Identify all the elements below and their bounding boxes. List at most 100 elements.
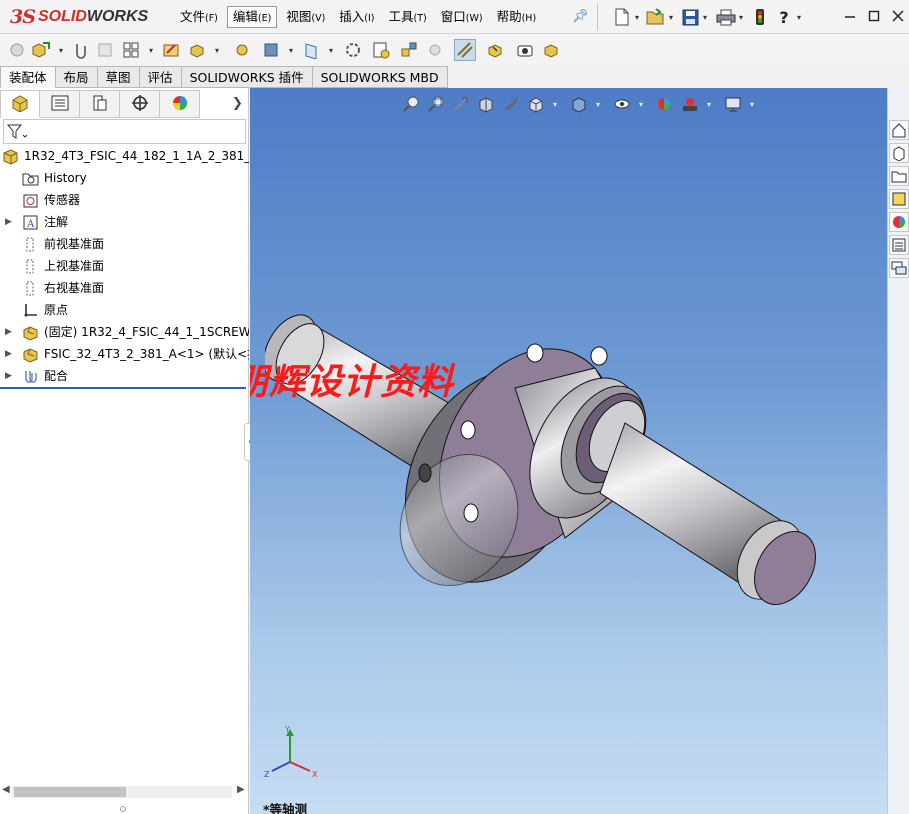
- explode-line-sketch-icon[interactable]: [424, 39, 446, 61]
- scroll-left-icon[interactable]: ◀: [2, 784, 10, 795]
- assembly-features-icon[interactable]: [260, 39, 282, 61]
- tree-item[interactable]: ▶ 配合: [0, 365, 249, 387]
- new-motion-study-icon[interactable]: [342, 39, 364, 61]
- menu-item-6[interactable]: 帮助(H): [492, 6, 542, 28]
- appearances-scenes-icon[interactable]: [889, 212, 909, 232]
- menu-item-3[interactable]: 插入(I): [334, 6, 379, 28]
- hide-show-dropdown-icon[interactable]: ▾: [636, 100, 646, 109]
- dynamic-annotation-views-icon[interactable]: [500, 93, 522, 115]
- tab-display-manager[interactable]: [160, 90, 200, 118]
- new-dropdown-icon[interactable]: ▾: [632, 13, 642, 22]
- menu-item-2[interactable]: 视图(V): [281, 6, 330, 28]
- expand-arrow-icon[interactable]: ▶: [5, 217, 12, 227]
- maximize-icon[interactable]: [862, 5, 886, 27]
- expand-arrow-icon[interactable]: ▶: [5, 349, 12, 359]
- solidworks-forum-icon[interactable]: [889, 258, 909, 278]
- new-document-icon[interactable]: [612, 7, 632, 27]
- scroll-thumb[interactable]: [14, 787, 126, 797]
- large-assembly-mode-icon[interactable]: [540, 39, 562, 61]
- tab-command-1[interactable]: 布局: [55, 66, 98, 88]
- horizontal-scrollbar[interactable]: ◀ ▶: [0, 784, 249, 800]
- tree-item[interactable]: 传感器: [0, 189, 249, 211]
- tab-property-manager[interactable]: [40, 90, 80, 118]
- tree-item[interactable]: ▶ FSIC_32_4T3_2_381_A<1> (默认<按: [0, 343, 249, 365]
- tab-command-2[interactable]: 草图: [97, 66, 140, 88]
- tree-item[interactable]: 上视基准面: [0, 255, 249, 277]
- apply-scene-icon[interactable]: [679, 93, 701, 115]
- tab-command-3[interactable]: 评估: [139, 66, 182, 88]
- save-dropdown-icon[interactable]: ▾: [700, 13, 710, 22]
- update-speedpak-icon[interactable]: [484, 39, 506, 61]
- linear-component-pattern-icon[interactable]: [94, 39, 116, 61]
- rebuild-traffic-light-icon[interactable]: [750, 7, 770, 27]
- minimize-icon[interactable]: [838, 5, 862, 27]
- tab-command-0[interactable]: 装配体: [0, 66, 56, 88]
- reference-dropdown-icon[interactable]: ▾: [326, 46, 336, 55]
- menu-item-0[interactable]: 文件(F): [175, 6, 223, 28]
- close-icon[interactable]: [886, 5, 909, 27]
- exploded-view-icon[interactable]: [398, 39, 420, 61]
- expand-arrow-icon[interactable]: ▶: [5, 371, 12, 381]
- scene-dropdown-icon[interactable]: ▾: [704, 100, 714, 109]
- show-hidden-components-icon[interactable]: [232, 39, 254, 61]
- move-component-icon[interactable]: [186, 39, 208, 61]
- edit-appearance-icon[interactable]: [654, 93, 676, 115]
- filter-icon[interactable]: [6, 123, 29, 144]
- zoom-to-area-icon[interactable]: [425, 93, 447, 115]
- pattern-dropdown-icon[interactable]: ▾: [146, 46, 156, 55]
- tab-feature-manager[interactable]: [0, 90, 40, 118]
- save-icon[interactable]: [680, 7, 700, 27]
- print-dropdown-icon[interactable]: ▾: [736, 13, 746, 22]
- view-orientation-dropdown-icon[interactable]: ▾: [550, 100, 560, 109]
- tab-command-5[interactable]: SOLIDWORKS MBD: [312, 66, 448, 88]
- tree-item[interactable]: 前视基准面: [0, 233, 249, 255]
- menu-item-5[interactable]: 窗口(W): [436, 6, 488, 28]
- filter-bar[interactable]: [3, 119, 246, 144]
- solidworks-resources-icon[interactable]: [889, 120, 909, 140]
- solidworks-logo[interactable]: 3S SOLIDWORKS: [10, 6, 148, 28]
- tree-item[interactable]: 1R32_4T3_FSIC_44_182_1_1A_2_381_ (默: [0, 145, 249, 167]
- graphics-area[interactable]: ▾ ▾ ▾ ▾ ▾ 朋辉设计资料 Y X Z *等轴测: [250, 88, 887, 814]
- hide-show-items-icon[interactable]: [611, 93, 633, 115]
- print-icon[interactable]: [716, 7, 736, 27]
- expand-arrow-icon[interactable]: ▶: [5, 327, 12, 337]
- view-settings-icon[interactable]: [722, 93, 744, 115]
- view-palette-icon[interactable]: [889, 189, 909, 209]
- view-orientation-icon[interactable]: [525, 93, 547, 115]
- previous-view-icon[interactable]: [450, 93, 472, 115]
- display-style-dropdown-icon[interactable]: ▾: [593, 100, 603, 109]
- display-style-icon[interactable]: [568, 93, 590, 115]
- open-document-icon[interactable]: [646, 7, 666, 27]
- tree-item[interactable]: 原点: [0, 299, 249, 321]
- take-snapshot-icon[interactable]: [514, 39, 536, 61]
- instant3d-icon[interactable]: [454, 39, 476, 61]
- view-settings-dropdown-icon[interactable]: ▾: [747, 100, 757, 109]
- tab-command-4[interactable]: SOLIDWORKS 插件: [181, 66, 313, 88]
- insert-components-icon[interactable]: [30, 39, 52, 61]
- help-icon[interactable]: ?: [774, 7, 794, 27]
- tab-configuration-manager[interactable]: [80, 90, 120, 118]
- mate-icon[interactable]: [70, 39, 92, 61]
- component-pattern-icon[interactable]: [120, 39, 142, 61]
- tree-item[interactable]: ▶ (固定) 1R32_4_FSIC_44_1_1SCREW3: [0, 321, 249, 343]
- custom-properties-icon[interactable]: [889, 235, 909, 255]
- help-dropdown-icon[interactable]: ▾: [794, 13, 804, 22]
- smart-fasteners-icon[interactable]: [160, 39, 182, 61]
- pin-menu-icon[interactable]: 📌︎: [572, 9, 589, 24]
- splitter-handle[interactable]: [120, 806, 126, 812]
- chevron-right-icon[interactable]: ❯: [232, 96, 243, 111]
- tab-dimxpert-manager[interactable]: [120, 90, 160, 118]
- reference-geometry-icon[interactable]: [300, 39, 322, 61]
- section-view-icon[interactable]: [475, 93, 497, 115]
- open-dropdown-icon[interactable]: ▾: [666, 13, 676, 22]
- menu-item-4[interactable]: 工具(T): [384, 6, 432, 28]
- bill-of-materials-icon[interactable]: [370, 39, 392, 61]
- rollback-bar[interactable]: [0, 387, 246, 389]
- zoom-to-fit-icon[interactable]: [400, 93, 422, 115]
- tree-item[interactable]: ▶ A 注解: [0, 211, 249, 233]
- move-dropdown-icon[interactable]: ▾: [212, 46, 222, 55]
- insert-components-dropdown-icon[interactable]: ▾: [56, 46, 66, 55]
- menu-item-1[interactable]: 编辑(E): [226, 6, 278, 28]
- file-explorer-icon[interactable]: [889, 166, 909, 186]
- tree-item[interactable]: 右视基准面: [0, 277, 249, 299]
